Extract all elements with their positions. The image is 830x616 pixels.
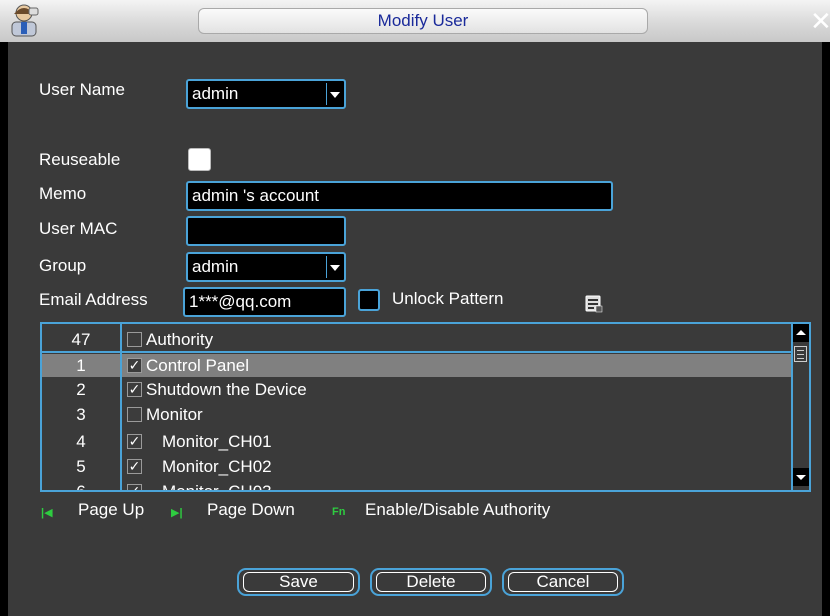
row-checkbox[interactable]: ✓	[127, 382, 142, 397]
select-all-checkbox[interactable]	[127, 332, 142, 347]
row-label: Monitor_CH02	[162, 457, 272, 476]
page-down-hint: Page Down	[207, 500, 295, 519]
authority-count: 47	[71, 330, 91, 349]
reuseable-checkbox[interactable]	[188, 148, 211, 171]
row-checkbox[interactable]	[127, 407, 142, 422]
row-checkbox[interactable]: ✓	[127, 484, 142, 490]
cancel-button-label: Cancel	[536, 572, 590, 591]
user-mac-field[interactable]	[186, 216, 346, 246]
row-number: 5	[76, 457, 86, 476]
table-row[interactable]: 2 ✓ Shutdown the Device	[42, 378, 792, 401]
row-number: 6	[76, 482, 86, 492]
row-number: 3	[76, 405, 86, 424]
row-checkbox[interactable]: ✓	[127, 434, 142, 449]
memo-field[interactable]: admin 's account	[186, 181, 613, 211]
table-row[interactable]: 3 Monitor	[42, 403, 792, 426]
row-label: Monitor_CH01	[162, 432, 272, 451]
column-divider	[120, 324, 122, 490]
table-row[interactable]: 5 ✓ Monitor_CH02	[42, 455, 792, 478]
scroll-down-icon[interactable]	[793, 468, 809, 486]
unlock-pattern-checkbox[interactable]	[358, 289, 380, 311]
email-label: Email Address	[39, 290, 148, 309]
row-number: 4	[76, 432, 86, 451]
save-button[interactable]: Save	[237, 568, 360, 596]
user-name-select[interactable]: admin	[186, 79, 346, 109]
chevron-down-icon[interactable]	[326, 256, 342, 278]
row-checkbox[interactable]: ✓	[127, 358, 142, 373]
authority-table: 47 Authority 1 ✓ Control Panel 2 ✓ Shutd…	[40, 322, 811, 492]
authority-header: Authority	[146, 330, 214, 349]
row-label: Monitor	[146, 405, 203, 424]
window-title: Modify User	[198, 8, 648, 34]
user-name-value: admin	[192, 84, 239, 103]
row-label: Shutdown the Device	[146, 380, 307, 399]
memo-label: Memo	[39, 184, 87, 203]
fn-icon: Fn	[332, 506, 346, 518]
table-header: 47 Authority	[42, 328, 792, 351]
enable-disable-hint: Enable/Disable Authority	[365, 500, 551, 519]
row-label: Control Panel	[146, 356, 250, 375]
scrollbar[interactable]	[791, 324, 809, 490]
unlock-pattern-label: Unlock Pattern	[392, 289, 504, 308]
email-field[interactable]: 1***@qq.com	[183, 287, 346, 317]
group-value: admin	[192, 257, 239, 276]
header-divider	[42, 351, 792, 353]
row-label: Monitor_CH03	[162, 482, 272, 492]
delete-button[interactable]: Delete	[370, 568, 492, 596]
table-row[interactable]: 1 ✓ Control Panel	[42, 354, 792, 377]
scroll-thumb[interactable]	[794, 346, 807, 362]
modify-user-dialog: Modify User ✕ User Name admin Reuseable …	[0, 0, 830, 616]
delete-button-label: Delete	[406, 572, 456, 591]
group-select[interactable]: admin	[186, 252, 346, 282]
save-button-label: Save	[279, 572, 318, 591]
group-label: Group	[39, 256, 87, 275]
page-up-icon: |◀	[41, 507, 53, 519]
table-row[interactable]: 4 ✓ Monitor_CH01	[42, 430, 792, 453]
reuseable-label: Reuseable	[39, 150, 121, 169]
page-down-icon: ▶|	[171, 507, 183, 519]
cancel-button[interactable]: Cancel	[502, 568, 624, 596]
table-row[interactable]: 6 ✓ Monitor_CH03	[42, 480, 792, 492]
user-name-label: User Name	[39, 80, 125, 99]
scroll-up-icon[interactable]	[793, 324, 809, 342]
row-number: 2	[76, 380, 86, 399]
row-number: 1	[76, 356, 86, 375]
page-up-hint: Page Up	[78, 500, 145, 519]
close-icon[interactable]: ✕	[810, 8, 830, 34]
user-mac-label: User MAC	[39, 219, 118, 238]
user-icon	[11, 4, 39, 37]
title-bar: Modify User ✕	[0, 0, 830, 42]
row-checkbox[interactable]: ✓	[127, 459, 142, 474]
keyboard-icon[interactable]	[585, 295, 603, 313]
chevron-down-icon[interactable]	[326, 83, 342, 105]
